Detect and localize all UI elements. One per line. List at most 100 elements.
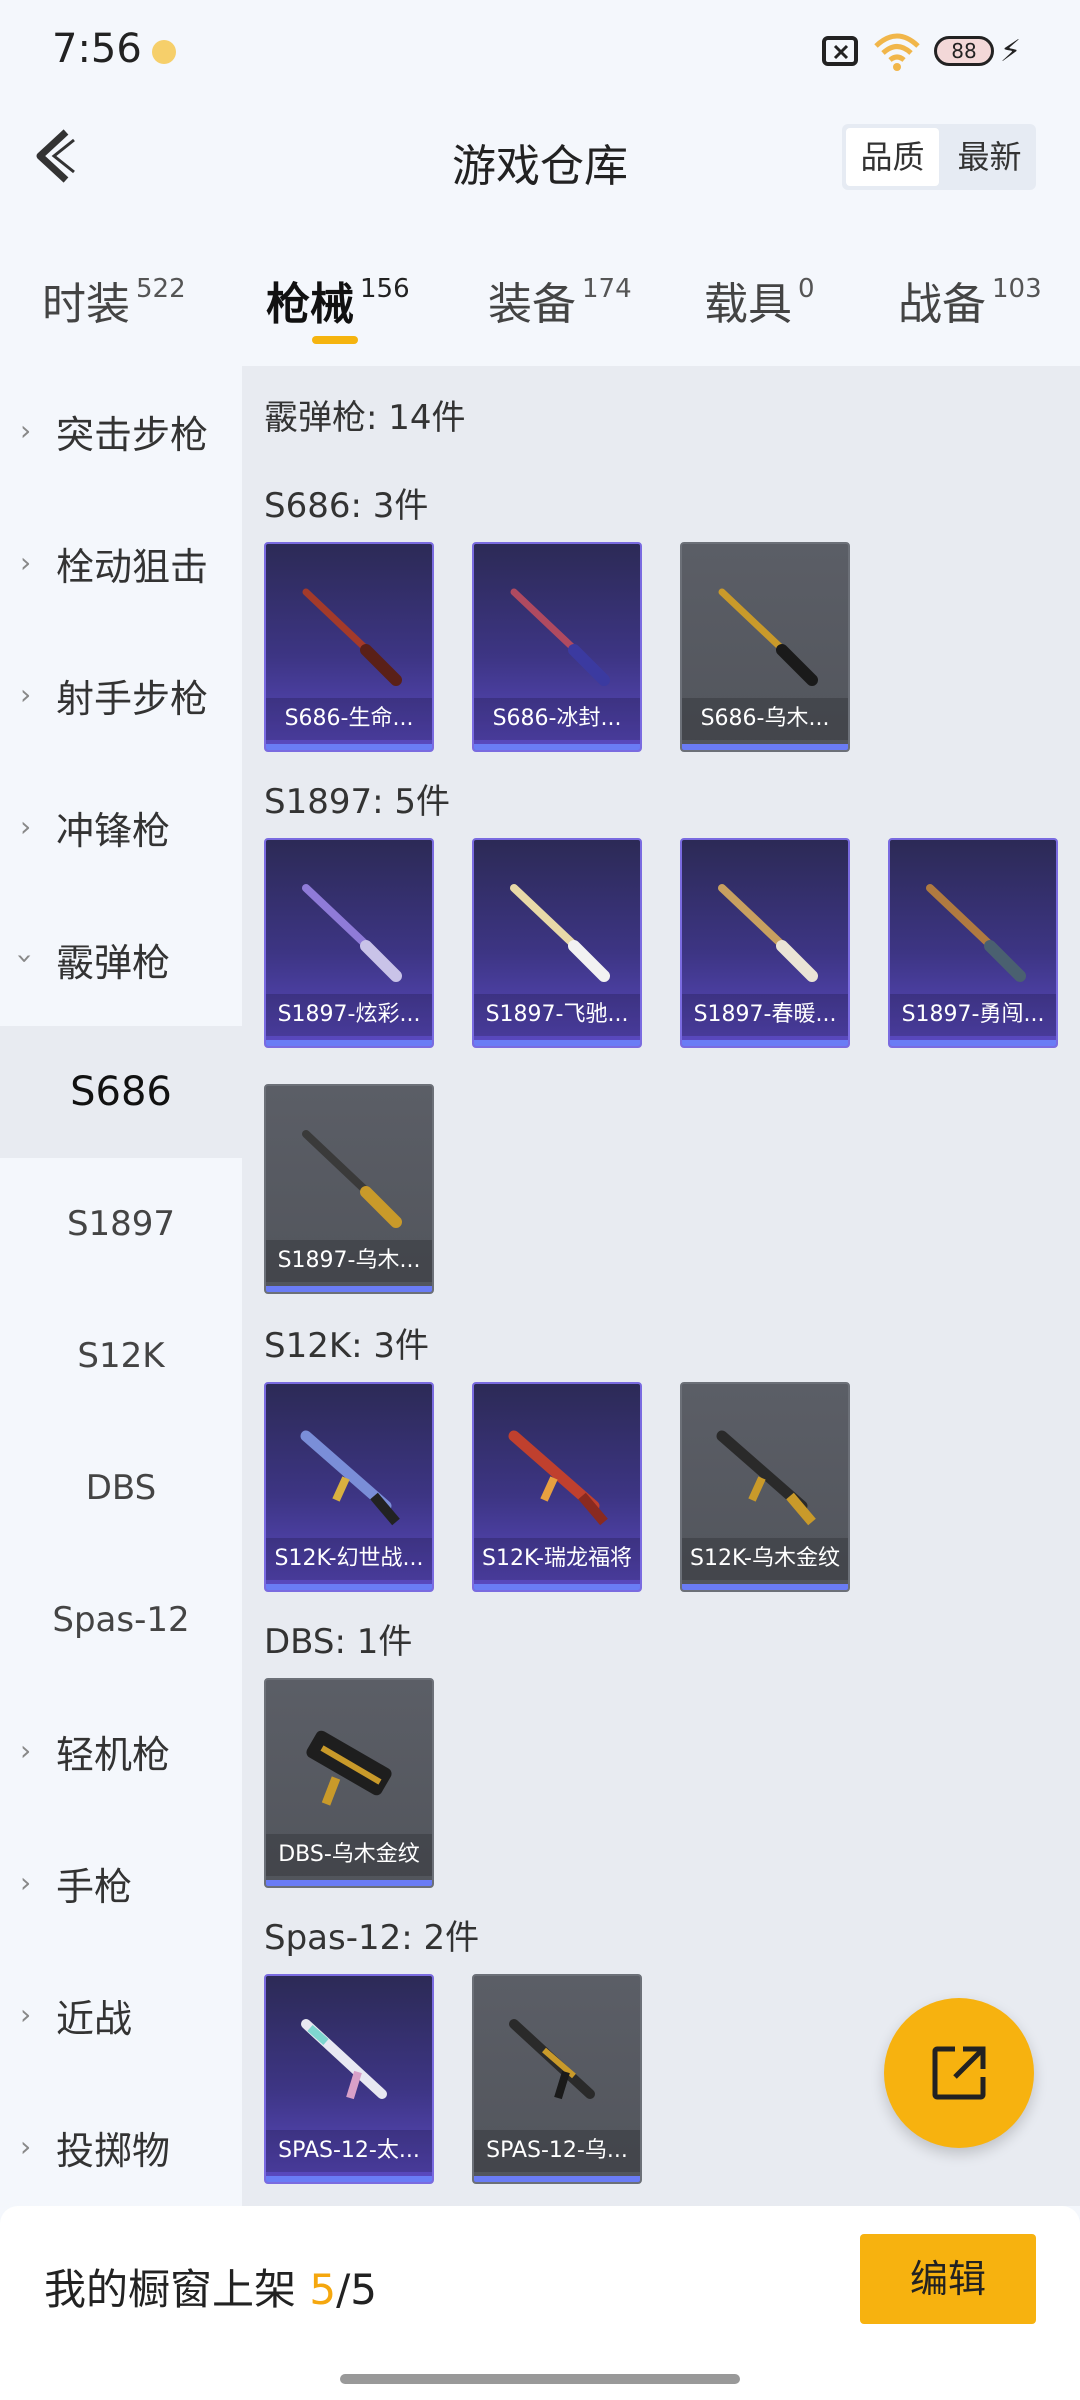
weapon-card[interactable]: S1897-勇闯... [888,838,1058,1048]
sidebar-subitem-s686[interactable]: S686 [0,1026,242,1158]
chevron-right-icon: › [20,2130,32,2163]
home-indicator[interactable] [340,2374,740,2384]
tab-equipment[interactable]: 装备 174 [488,268,632,332]
weapon-card-name: S1897-春暖... [682,994,848,1036]
weapon-card[interactable]: S1897-乌木... [264,1084,434,1294]
quality-bar [682,1584,848,1590]
tab-count: 156 [360,274,410,304]
shotgun-icon [718,588,818,686]
charging-icon: ⚡ [1000,34,1022,69]
weapon-card[interactable]: S12K-幻世战... [264,1382,434,1592]
shotgun-icon [301,2019,387,2100]
tab-count: 174 [582,274,632,304]
sidebar-item-label: 手枪 [56,1865,133,1909]
sidebar-item-label: 轻机枪 [56,1733,171,1777]
weapon-card[interactable]: S12K-瑞龙福将 [472,1382,642,1592]
sidebar-subitem-s12k[interactable]: S12K [0,1290,242,1422]
section-title-dbs: DBS: 1件 [264,1622,413,1662]
weapon-grid: 霰弹枪: 14件 S686: 3件 S686-生命... S686-冰封... … [242,366,1080,2206]
rifle-icon [508,1430,608,1526]
tab-count: 0 [798,274,815,304]
active-tab-indicator [312,336,358,344]
edit-button[interactable]: 编辑 [860,2234,1036,2324]
sidebar-item-pistol[interactable]: › 手枪 [0,1818,242,1950]
shotgun-icon [302,884,402,982]
section-title-s686: S686: 3件 [264,486,429,526]
sidebar-item-marksman-rifle[interactable]: › 射手步枪 [0,630,242,762]
weapon-card[interactable]: S686-冰封... [472,542,642,752]
showcase-status: 我的橱窗上架 5/5 [44,2256,377,2317]
quality-bar [266,1040,432,1046]
weapon-card-name: SPAS-12-乌... [474,2130,640,2172]
weapon-card[interactable]: S686-生命... [264,542,434,752]
quality-bar [682,1040,848,1046]
chevron-right-icon: › [20,1998,32,2031]
tab-fashion[interactable]: 时装 522 [42,268,186,332]
section-title-s12k: S12K: 3件 [264,1326,430,1366]
tab-label: 装备 [488,279,576,330]
back-icon[interactable] [30,126,80,186]
rifle-icon [300,1430,400,1526]
chevron-right-icon: › [20,678,32,711]
quality-bar [682,744,848,750]
shotgun-icon [718,884,818,982]
weapon-card[interactable]: DBS-乌木金纹 [264,1678,434,1888]
tab-vehicles[interactable]: 载具 0 [704,268,815,332]
quality-bar [890,1040,1056,1046]
sidebar-item-lmg[interactable]: › 轻机枪 [0,1686,242,1818]
weapon-card[interactable]: S1897-炫彩... [264,838,434,1048]
weapon-card-name: S686-生命... [266,698,432,740]
weapon-card[interactable]: S1897-春暖... [680,838,850,1048]
section-title-s1897: S1897: 5件 [264,782,451,822]
tab-count: 522 [136,274,186,304]
sort-quality-button[interactable]: 品质 [846,128,939,186]
share-button[interactable] [884,1998,1034,2148]
sidebar: › 突击步枪 › 栓动狙击 › 射手步枪 › 冲锋枪 › 霰弹枪 S686 S1897 S… [0,366,242,2206]
weapon-card[interactable]: S12K-乌木金纹 [680,1382,850,1592]
weapon-card[interactable]: SPAS-12-乌... [472,1974,642,2184]
weapon-card-name: S1897-炫彩... [266,994,432,1036]
status-time: 7:56 [52,26,142,72]
sort-newest-button[interactable]: 最新 [943,124,1036,190]
sidebar-item-shotgun[interactable]: › 霰弹枪 [0,894,242,1026]
sidebar-item-label: 突击步枪 [56,413,209,457]
weapon-card-name: S1897-勇闯... [890,994,1056,1036]
sidebar-item-melee[interactable]: › 近战 [0,1950,242,2082]
tab-guns[interactable]: 枪械 156 [266,268,410,332]
sidebar-subitem-s1897[interactable]: S1897 [0,1158,242,1290]
quality-bar [266,2176,432,2182]
share-icon [932,2046,986,2100]
sidebar-item-smg[interactable]: › 冲锋枪 [0,762,242,894]
weapon-card-name: S1897-乌木... [266,1240,432,1282]
chevron-right-icon: › [20,414,32,447]
showcase-label: 我的橱窗上架 [44,2265,297,2314]
weapon-card[interactable]: SPAS-12-太... [264,1974,434,2184]
quality-bar [266,1286,432,1292]
shotgun-icon [510,588,610,686]
weapon-card-name: SPAS-12-太... [266,2130,432,2172]
sidebar-item-label: 霰弹枪 [56,941,171,985]
quality-bar [266,1584,432,1590]
showcase-total: /5 [336,2265,377,2314]
weapon-card[interactable]: S686-乌木... [680,542,850,752]
sidebar-item-label: 栓动狙击 [56,545,209,589]
tab-supplies[interactable]: 战备 103 [898,268,1042,332]
sidebar-subitem-spas12[interactable]: Spas-12 [0,1554,242,1686]
sidebar-item-bolt-sniper[interactable]: › 栓动狙击 [0,498,242,630]
tab-label: 战备 [898,279,986,330]
showcase-current: 5 [309,2265,337,2314]
tab-label: 载具 [704,279,792,330]
quality-bar [266,1880,432,1886]
header: 游戏仓库 品质 最新 [0,100,1080,212]
bottom-bar: 我的橱窗上架 5/5 编辑 [0,2206,1080,2400]
shotgun-icon [510,884,610,982]
sidebar-item-assault-rifle[interactable]: › 突击步枪 [0,366,242,498]
sidebar-item-throwable[interactable]: › 投掷物 [0,2082,242,2214]
notification-dot-icon [152,40,176,64]
weapon-card[interactable]: S1897-飞驰... [472,838,642,1048]
sort-toggle: 品质 最新 [842,124,1036,190]
chevron-right-icon: › [20,546,32,579]
section-title-spas12: Spas-12: 2件 [264,1918,480,1958]
sidebar-subitem-dbs[interactable]: DBS [0,1422,242,1554]
chevron-right-icon: › [20,1734,32,1767]
